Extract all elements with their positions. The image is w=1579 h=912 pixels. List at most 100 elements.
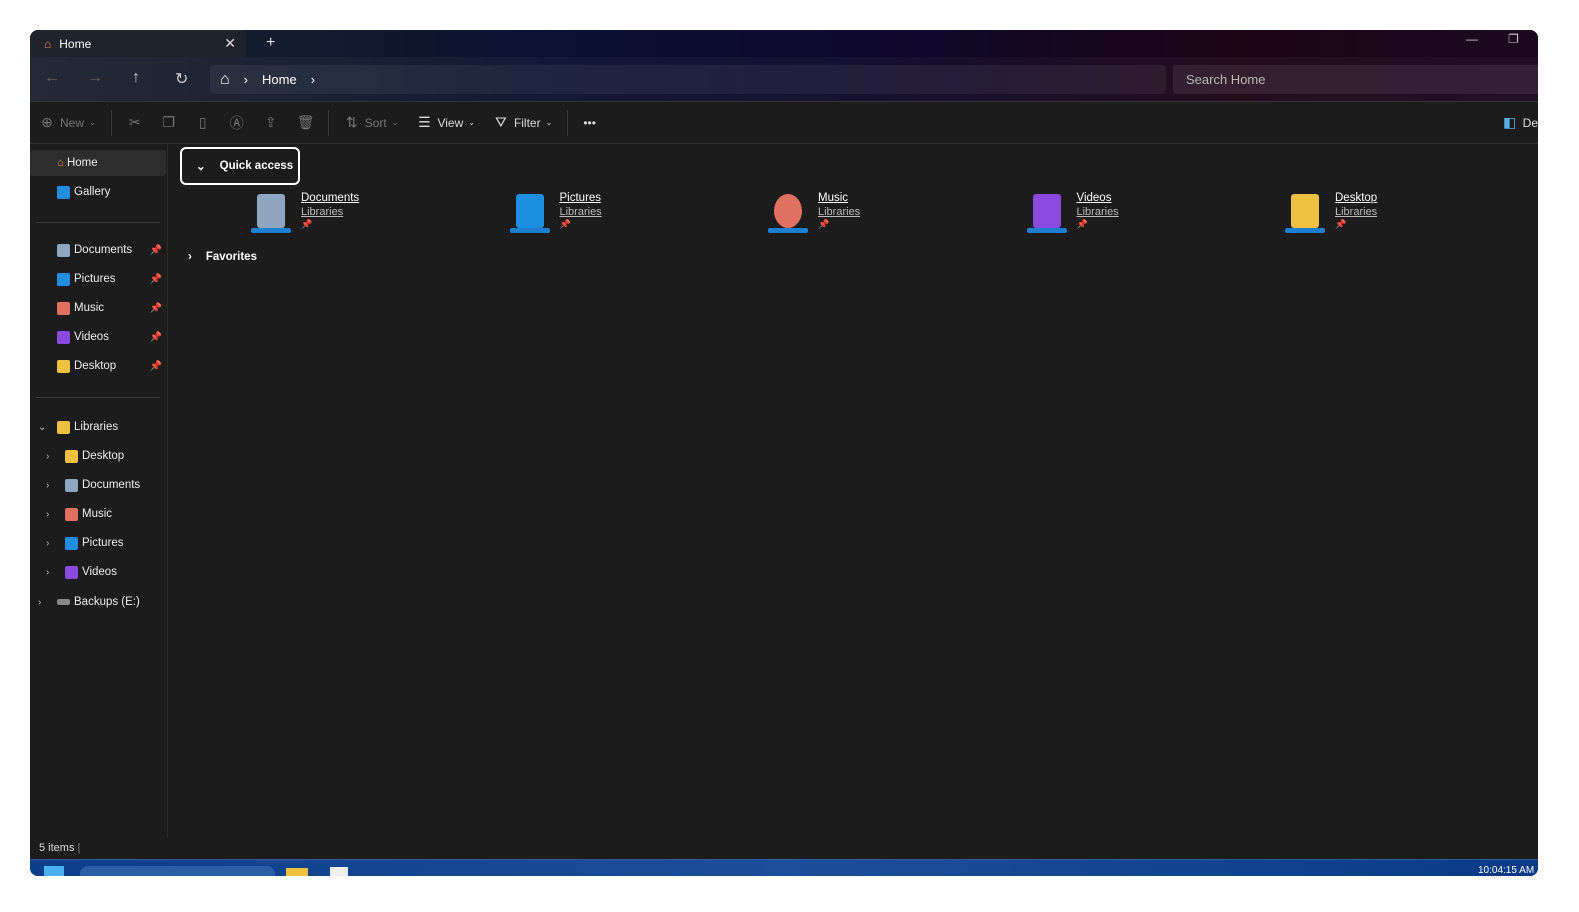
taskbar-search[interactable]: [80, 866, 275, 876]
cut-button[interactable]: ✂: [118, 114, 152, 131]
pin-icon: 📌: [818, 219, 830, 229]
breadcrumb-home[interactable]: Home: [262, 72, 297, 87]
sidebar-item-label: Music: [82, 508, 113, 520]
documents-icon: [57, 243, 70, 257]
new-tab-button[interactable]: +: [266, 34, 275, 52]
quick-access-item-desktop[interactable]: Desktop Libraries 📌: [1283, 192, 1503, 236]
chevron-down-icon: ⌄: [196, 161, 206, 173]
quick-access-item-pictures[interactable]: Pictures Libraries 📌: [508, 192, 728, 236]
item-location: Libraries: [1335, 206, 1378, 218]
file-explorer-window: ⌂ Home ✕ + — ❐ ← → ↑ ↻ ⌂ › Home › Search…: [30, 30, 1538, 876]
close-tab-button[interactable]: ✕: [224, 35, 236, 52]
clipboard-icon: ▯: [198, 114, 207, 130]
item-location: Libraries: [301, 206, 344, 218]
divider: [110, 109, 112, 136]
chevron-right-icon[interactable]: ›: [244, 72, 248, 87]
sidebar-item-backups[interactable]: › Backups (E:): [30, 589, 166, 615]
address-bar[interactable]: ⌂ › Home ›: [210, 65, 1166, 94]
share-button[interactable]: ⇪: [254, 114, 288, 131]
sidebar-item-library-videos[interactable]: › Videos: [30, 559, 166, 585]
music-icon: [57, 301, 70, 315]
start-button[interactable]: [44, 866, 64, 876]
details-label: De: [1522, 115, 1538, 130]
item-count: 5 items: [39, 842, 75, 854]
item-name: Documents: [301, 192, 360, 204]
sidebar-item-videos[interactable]: Videos 📌: [30, 324, 166, 350]
pictures-icon: [57, 272, 70, 286]
favorites-header[interactable]: › Favorites: [188, 251, 257, 263]
clock[interactable]: 10:04:15 AM: [1478, 865, 1534, 876]
chevron-right-icon[interactable]: ›: [46, 567, 49, 578]
sidebar-item-pictures[interactable]: Pictures 📌: [30, 266, 166, 292]
sidebar-item-library-music[interactable]: › Music: [30, 501, 166, 527]
chevron-down-icon[interactable]: ⌄: [38, 422, 46, 433]
pin-icon: 📌: [149, 302, 162, 314]
item-name: Pictures: [559, 192, 602, 204]
tab-home[interactable]: ⌂ Home ✕: [36, 30, 246, 57]
quick-access-item-music[interactable]: Music Libraries 📌: [766, 192, 986, 236]
status-bar: 5 items |: [39, 842, 81, 854]
view-button[interactable]: ☰ View ⌄: [407, 114, 484, 131]
quick-access-header[interactable]: ⌄ Quick access: [180, 147, 300, 185]
sidebar-item-music[interactable]: Music 📌: [30, 295, 166, 321]
sidebar-item-gallery[interactable]: Gallery: [30, 179, 166, 205]
favorites-label: Favorites: [205, 251, 257, 263]
sort-button[interactable]: ⇅ Sort ⌄: [335, 114, 408, 131]
filter-icon: ⛛: [495, 114, 507, 130]
chevron-right-icon[interactable]: ›: [46, 451, 49, 462]
minimize-button[interactable]: —: [1466, 32, 1478, 46]
refresh-button[interactable]: ↻: [175, 69, 188, 89]
sidebar-item-label: Music: [74, 302, 105, 314]
details-pane-button[interactable]: ◧ De: [1493, 114, 1538, 131]
divider: [327, 109, 329, 136]
sidebar-item-label: Backups (E:): [74, 596, 140, 608]
delete-button[interactable]: 🗑: [288, 114, 322, 131]
folder-icon: [57, 420, 70, 434]
app-taskbar-icon[interactable]: [330, 867, 348, 876]
file-explorer-taskbar-icon[interactable]: [286, 868, 308, 876]
sidebar-item-label: Documents: [82, 479, 141, 491]
sort-icon: ⇅: [345, 114, 358, 130]
sidebar-item-library-pictures[interactable]: › Pictures: [30, 530, 166, 556]
restore-button[interactable]: ❐: [1508, 32, 1519, 46]
item-location: Libraries: [1076, 206, 1119, 218]
desktop-icon: [57, 359, 70, 373]
music-icon: [65, 507, 78, 521]
chevron-right-icon[interactable]: ›: [311, 72, 315, 87]
back-button[interactable]: ←: [44, 69, 60, 87]
sidebar-item-documents[interactable]: Documents 📌: [30, 237, 166, 263]
chevron-right-icon[interactable]: ›: [46, 480, 49, 491]
chevron-right-icon[interactable]: ›: [46, 538, 49, 549]
new-button[interactable]: ⊕ New ⌄: [30, 114, 105, 131]
sidebar-item-libraries[interactable]: ⌄ Libraries: [30, 414, 166, 440]
sidebar-item-library-desktop[interactable]: › Desktop: [30, 443, 166, 469]
search-input[interactable]: Search Home: [1173, 65, 1538, 94]
plus-circle-icon: ⊕: [41, 114, 53, 130]
more-options-button[interactable]: •••: [574, 116, 605, 130]
home-icon: ⌂: [44, 36, 52, 51]
rename-icon: Ⓐ: [229, 114, 244, 131]
chevron-right-icon[interactable]: ›: [46, 509, 49, 520]
chevron-right-icon[interactable]: ›: [38, 597, 41, 608]
forward-button[interactable]: →: [87, 69, 103, 87]
copy-button[interactable]: ❐: [152, 114, 186, 131]
pin-icon: 📌: [149, 273, 162, 285]
pin-icon: 📌: [149, 360, 162, 372]
sidebar-item-library-documents[interactable]: › Documents: [30, 472, 166, 498]
sidebar-item-desktop[interactable]: Desktop 📌: [30, 353, 166, 379]
filter-button[interactable]: ⛛ Filter ⌄: [484, 114, 561, 131]
item-location: Libraries: [559, 206, 602, 218]
up-button[interactable]: ↑: [132, 69, 140, 87]
quick-access-item-videos[interactable]: Videos Libraries 📌: [1025, 192, 1245, 236]
paste-button[interactable]: ▯: [186, 114, 220, 131]
documents-icon: [249, 192, 293, 236]
view-label: View: [437, 115, 464, 130]
item-location: Libraries: [818, 206, 861, 218]
copy-icon: ❐: [162, 114, 175, 130]
scissors-icon: ✂: [128, 114, 141, 130]
home-icon[interactable]: ⌂: [220, 71, 230, 89]
quick-access-item-documents[interactable]: Documents Libraries 📌: [249, 192, 469, 236]
rename-button[interactable]: Ⓐ: [220, 113, 254, 133]
sidebar-item-home[interactable]: ⌂ Home: [30, 150, 166, 176]
quick-access-label: Quick access: [219, 160, 294, 172]
